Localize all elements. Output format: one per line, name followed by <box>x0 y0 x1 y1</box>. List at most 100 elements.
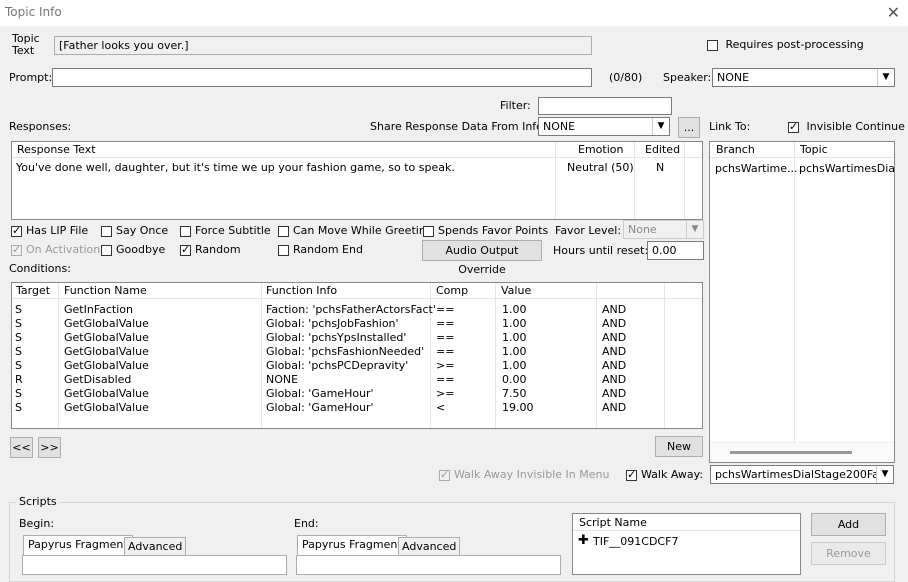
checkbox-box[interactable] <box>278 225 289 237</box>
chevron-down-icon[interactable]: ▼ <box>686 221 703 238</box>
begin-tab-papyrus-fragment[interactable]: Papyrus Fragment <box>23 535 133 555</box>
checkbox-box[interactable] <box>423 225 434 237</box>
column-function-info[interactable]: Function Info <box>266 284 337 297</box>
chevron-down-icon[interactable]: ▼ <box>877 69 894 86</box>
random-label: Random <box>195 243 241 256</box>
random-end-checkbox[interactable]: Random End <box>278 243 363 256</box>
goodbye-checkbox[interactable]: Goodbye <box>101 243 165 256</box>
checkbox-box[interactable] <box>788 120 799 133</box>
function-name-cell: GetGlobalValue <box>64 317 149 330</box>
column-edited[interactable]: Edited <box>645 143 680 156</box>
plus-icon: ✚ <box>578 533 589 548</box>
checkbox-box[interactable] <box>707 39 718 51</box>
responses-list[interactable]: Response Text Emotion Edited You've done… <box>11 141 703 220</box>
table-row[interactable]: pchsWartime... pchsWartimesDialSt <box>710 162 894 176</box>
chevron-down-icon[interactable]: ▼ <box>876 466 893 483</box>
remove-script-button[interactable]: Remove <box>811 542 886 565</box>
table-row[interactable]: R GetDisabled NONE == 0.00 AND <box>12 373 702 387</box>
column-response-text[interactable]: Response Text <box>17 143 96 156</box>
checkbox-box[interactable] <box>11 224 22 237</box>
invisible-continue-checkbox[interactable]: Invisible Continue <box>788 120 905 133</box>
force-subtitle-checkbox[interactable]: Force Subtitle <box>180 224 271 237</box>
favor-level-value: None <box>628 223 657 236</box>
speaker-dropdown[interactable]: NONE ▼ <box>712 68 895 87</box>
has-lip-file-checkbox[interactable]: Has LIP File <box>11 224 88 237</box>
share-response-browse-button[interactable]: ... <box>678 117 700 138</box>
share-response-dropdown[interactable]: NONE ▼ <box>538 117 670 136</box>
link-to-scrollbar[interactable] <box>710 442 894 462</box>
end-tab-papyrus-fragment[interactable]: Papyrus Fragment <box>297 535 407 555</box>
operator-cell: AND <box>602 387 627 400</box>
column-topic[interactable]: Topic <box>800 143 828 156</box>
table-row[interactable]: S GetGlobalValue Global: 'GameHour' < 19… <box>12 401 702 415</box>
favor-level-dropdown[interactable]: None ▼ <box>623 220 704 239</box>
list-item[interactable]: ✚ TIF__091CDCF7 <box>573 533 800 549</box>
audio-output-override-button[interactable]: Audio Output Override <box>422 240 542 276</box>
begin-tab-advanced[interactable]: Advanced <box>124 537 187 555</box>
column-value[interactable]: Value <box>501 284 531 297</box>
walk-away-invisible-checkbox[interactable]: Walk Away Invisible In Menu <box>439 468 609 481</box>
end-tab-advanced[interactable]: Advanced <box>398 537 461 555</box>
topic-text-field[interactable]: [Father looks you over.] <box>54 36 592 55</box>
function-info-cell: Global: 'GameHour' <box>266 401 374 414</box>
table-row[interactable]: S GetInFaction Faction: 'pchsFatherActor… <box>12 303 702 317</box>
say-once-checkbox[interactable]: Say Once <box>101 224 168 237</box>
link-to-list[interactable]: Branch Topic pchsWartime... pchsWartimes… <box>709 141 895 463</box>
checkbox-box[interactable] <box>180 243 191 256</box>
table-row[interactable]: S GetGlobalValue Global: 'pchsPCDepravit… <box>12 359 702 373</box>
spends-favor-points-checkbox[interactable]: Spends Favor Points <box>423 224 548 237</box>
say-once-label: Say Once <box>116 224 169 237</box>
column-branch[interactable]: Branch <box>716 143 755 156</box>
chevron-down-icon[interactable]: ▼ <box>652 118 669 135</box>
prompt-counter: (0/80) <box>609 71 643 84</box>
walk-away-checkbox[interactable]: Walk Away: <box>626 468 703 481</box>
move-condition-up-button[interactable]: << <box>10 437 33 458</box>
scrollbar-thumb[interactable] <box>730 451 852 454</box>
checkbox-box[interactable] <box>101 225 112 237</box>
new-condition-button[interactable]: New <box>655 436 703 457</box>
on-activation-checkbox[interactable]: On Activation <box>11 243 100 256</box>
add-script-button[interactable]: Add <box>811 513 886 536</box>
script-list[interactable]: Script Name ✚ TIF__091CDCF7 <box>572 513 801 575</box>
table-row[interactable]: You've done well, daughter, but it's tim… <box>12 161 702 175</box>
table-row[interactable]: S GetGlobalValue Global: 'pchsJobFashion… <box>12 317 702 331</box>
prompt-input[interactable] <box>52 68 592 87</box>
conditions-header: Target Function Name Function Info Comp … <box>12 283 702 299</box>
column-script-name[interactable]: Script Name <box>579 516 647 529</box>
requires-post-processing-checkbox[interactable]: Requires post-processing <box>707 38 864 51</box>
column-function-name[interactable]: Function Name <box>64 284 147 297</box>
checkbox-box[interactable] <box>626 468 637 481</box>
topic-cell: pchsWartimesDialSt <box>799 162 895 175</box>
column-emotion[interactable]: Emotion <box>578 143 623 156</box>
checkbox-box[interactable] <box>278 244 289 256</box>
move-condition-down-button[interactable]: >> <box>38 437 61 458</box>
function-info-cell: Global: 'pchsYpsInstalled' <box>266 331 407 344</box>
conditions-list[interactable]: Target Function Name Function Info Comp … <box>11 282 703 429</box>
filter-input[interactable] <box>538 97 672 115</box>
operator-cell: AND <box>602 359 627 372</box>
walk-away-dropdown[interactable]: pchsWartimesDialStage200Father ▼ <box>710 465 894 484</box>
value-cell: 1.00 <box>502 359 527 372</box>
checkbox-box[interactable] <box>439 468 450 481</box>
column-comp[interactable]: Comp <box>436 284 468 297</box>
hours-until-reset-input[interactable]: 0.00 <box>647 241 704 260</box>
can-move-while-greeting-checkbox[interactable]: Can Move While Greeting <box>278 224 433 237</box>
comp-cell: == <box>436 317 455 330</box>
script-list-header: Script Name <box>573 514 800 531</box>
branch-cell: pchsWartime... <box>715 162 798 175</box>
column-target[interactable]: Target <box>16 284 50 297</box>
table-row[interactable]: S GetGlobalValue Global: 'pchsFashionNee… <box>12 345 702 359</box>
function-info-cell: NONE <box>266 373 299 386</box>
comp-cell: == <box>436 345 455 358</box>
random-checkbox[interactable]: Random <box>180 243 241 256</box>
checkbox-box[interactable] <box>180 225 191 237</box>
close-icon[interactable]: ✕ <box>887 3 900 22</box>
checkbox-box[interactable] <box>101 244 112 256</box>
checkbox-box[interactable] <box>11 243 22 256</box>
table-row[interactable]: S GetGlobalValue Global: 'GameHour' >= 7… <box>12 387 702 401</box>
table-row[interactable]: S GetGlobalValue Global: 'pchsYpsInstall… <box>12 331 702 345</box>
invisible-continue-label: Invisible Continue <box>806 120 905 133</box>
walk-away-value: pchsWartimesDialStage200Father <box>715 468 894 481</box>
function-name-cell: GetGlobalValue <box>64 345 149 358</box>
function-name-cell: GetGlobalValue <box>64 359 149 372</box>
